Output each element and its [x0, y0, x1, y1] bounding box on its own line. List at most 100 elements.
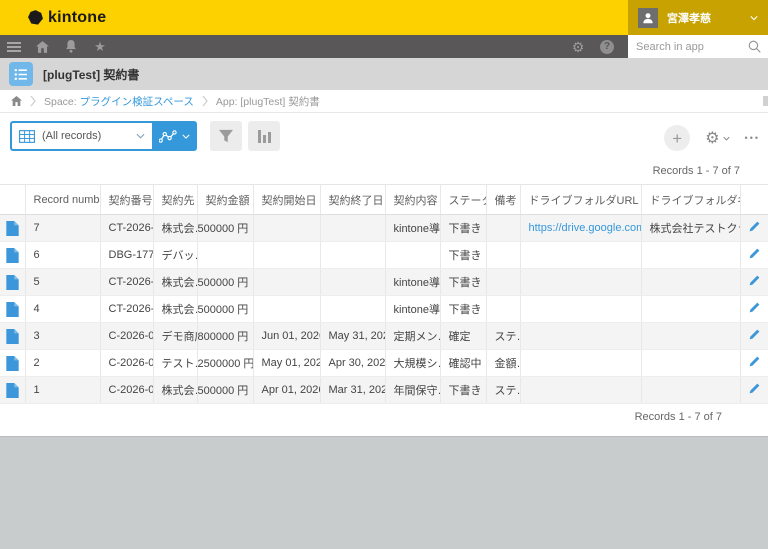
- record-detail-cell[interactable]: [0, 350, 25, 377]
- edit-record-cell[interactable]: [740, 215, 768, 242]
- cell-契約金額: 500000 円: [197, 215, 253, 242]
- edit-pencil-icon[interactable]: [748, 278, 761, 290]
- cell-備考: 金額…: [486, 350, 520, 377]
- record-document-icon[interactable]: [6, 329, 19, 344]
- help-icon[interactable]: ?: [600, 40, 614, 54]
- cell-Record number: 1: [25, 377, 100, 404]
- user-menu[interactable]: 宮澤孝慈: [628, 0, 768, 35]
- table-row: 1C-2026-0…株式会…500000 円Apr 01, 2026Mar 31…: [0, 377, 768, 404]
- record-detail-cell[interactable]: [0, 215, 25, 242]
- bar-chart-icon: [258, 130, 271, 143]
- record-detail-cell[interactable]: [0, 269, 25, 296]
- chart-view-toggle-button[interactable]: [152, 121, 197, 151]
- record-detail-cell[interactable]: [0, 323, 25, 350]
- desktop-background: [0, 436, 768, 549]
- cell-契約開始日: [253, 215, 320, 242]
- cell-ドライブフォルダURL: [520, 242, 641, 269]
- cell-契約終了日: [320, 242, 385, 269]
- edit-pencil-icon[interactable]: [748, 224, 761, 236]
- cell-契約番号: CT-2026-…: [100, 296, 153, 323]
- edit-pencil-icon[interactable]: [748, 386, 761, 398]
- app-settings-button[interactable]: ⚙: [705, 128, 729, 148]
- view-selector-dropdown[interactable]: (All records): [10, 121, 152, 151]
- cell-ステータス: 下書き: [440, 215, 486, 242]
- column-header-3[interactable]: 契約金額: [197, 185, 253, 215]
- cell-ドライブフォルダURL[interactable]: https://drive.google.com/…: [520, 215, 641, 242]
- column-header-6[interactable]: 契約内容: [385, 185, 440, 215]
- app-search-box: [628, 35, 768, 58]
- record-detail-cell[interactable]: [0, 377, 25, 404]
- app-icon[interactable]: [9, 62, 33, 86]
- edit-record-cell[interactable]: [740, 296, 768, 323]
- record-document-icon[interactable]: [6, 248, 19, 263]
- breadcrumb-space-link[interactable]: プラグイン検証スペース: [80, 96, 194, 108]
- edit-pencil-icon[interactable]: [748, 359, 761, 371]
- home-icon[interactable]: [34, 39, 50, 55]
- cell-ステータス: 下書き: [440, 269, 486, 296]
- table-row: 7CT-2026-…株式会…500000 円kintone導…下書きhttps:…: [0, 215, 768, 242]
- cell-ドライブフォルダ名: [641, 377, 740, 404]
- line-chart-icon: [159, 130, 177, 143]
- record-document-icon[interactable]: [6, 383, 19, 398]
- search-input[interactable]: [628, 41, 748, 53]
- cell-契約内容: 年間保守…: [385, 377, 440, 404]
- column-header-row-icon: [0, 185, 25, 215]
- cell-ドライブフォルダURL: [520, 269, 641, 296]
- cell-Record number: 6: [25, 242, 100, 269]
- column-header-0[interactable]: Record number: [25, 185, 100, 215]
- hamburger-menu-icon[interactable]: [7, 42, 21, 52]
- settings-gear-icon[interactable]: ⚙: [570, 39, 586, 55]
- record-detail-cell[interactable]: [0, 242, 25, 269]
- cell-契約先: デモ商店: [153, 323, 197, 350]
- cell-ドライブフォルダURL: [520, 377, 641, 404]
- edit-pencil-icon[interactable]: [748, 251, 761, 263]
- cell-備考: ステ…: [486, 377, 520, 404]
- view-switcher: (All records): [10, 121, 197, 151]
- column-header-2[interactable]: 契約先: [153, 185, 197, 215]
- edit-pencil-icon[interactable]: [748, 332, 761, 344]
- column-header-5[interactable]: 契約終了日: [320, 185, 385, 215]
- column-header-edit: [740, 185, 768, 215]
- column-header-9[interactable]: ドライブフォルダURL: [520, 185, 641, 215]
- filter-button[interactable]: [210, 121, 242, 151]
- edit-record-cell[interactable]: [740, 242, 768, 269]
- cell-備考: [486, 296, 520, 323]
- edit-record-cell[interactable]: [740, 377, 768, 404]
- column-header-4[interactable]: 契約開始日: [253, 185, 320, 215]
- edit-pencil-icon[interactable]: [748, 305, 761, 317]
- kintone-logo[interactable]: kintone: [27, 9, 106, 27]
- favorites-star-icon[interactable]: ★: [92, 39, 108, 55]
- table-body: 7CT-2026-…株式会…500000 円kintone導…下書きhttps:…: [0, 215, 768, 404]
- record-detail-cell[interactable]: [0, 296, 25, 323]
- search-icon[interactable]: [748, 40, 761, 53]
- record-document-icon[interactable]: [6, 221, 19, 236]
- cell-契約内容: kintone導…: [385, 269, 440, 296]
- current-view-label: (All records): [42, 130, 129, 142]
- cell-契約開始日: [253, 269, 320, 296]
- breadcrumb-home-icon[interactable]: [10, 95, 22, 107]
- cell-Record number: 7: [25, 215, 100, 242]
- notifications-bell-icon[interactable]: [63, 39, 79, 55]
- record-document-icon[interactable]: [6, 275, 19, 290]
- cell-契約先: 株式会…: [153, 269, 197, 296]
- cell-ステータス: 下書き: [440, 296, 486, 323]
- cell-契約内容: 定期メン…: [385, 323, 440, 350]
- gear-icon: ⚙: [705, 128, 719, 148]
- more-options-button[interactable]: •••: [745, 133, 760, 143]
- cell-契約内容: kintone導…: [385, 215, 440, 242]
- column-header-10[interactable]: ドライブフォルダ名: [641, 185, 740, 215]
- edit-record-cell[interactable]: [740, 269, 768, 296]
- cell-契約先: デバッ…: [153, 242, 197, 269]
- record-document-icon[interactable]: [6, 356, 19, 371]
- column-header-8[interactable]: 備考: [486, 185, 520, 215]
- edit-record-cell[interactable]: [740, 323, 768, 350]
- view-toolbar: (All records): [10, 121, 768, 151]
- edit-record-cell[interactable]: [740, 350, 768, 377]
- column-header-1[interactable]: 契約番号: [100, 185, 153, 215]
- kintone-gem-icon: [27, 9, 44, 26]
- column-header-7[interactable]: ステータス: [440, 185, 486, 215]
- graph-button[interactable]: [248, 121, 280, 151]
- record-document-icon[interactable]: [6, 302, 19, 317]
- cell-契約開始日: Jun 01, 2026: [253, 323, 320, 350]
- add-record-button[interactable]: +: [664, 125, 690, 151]
